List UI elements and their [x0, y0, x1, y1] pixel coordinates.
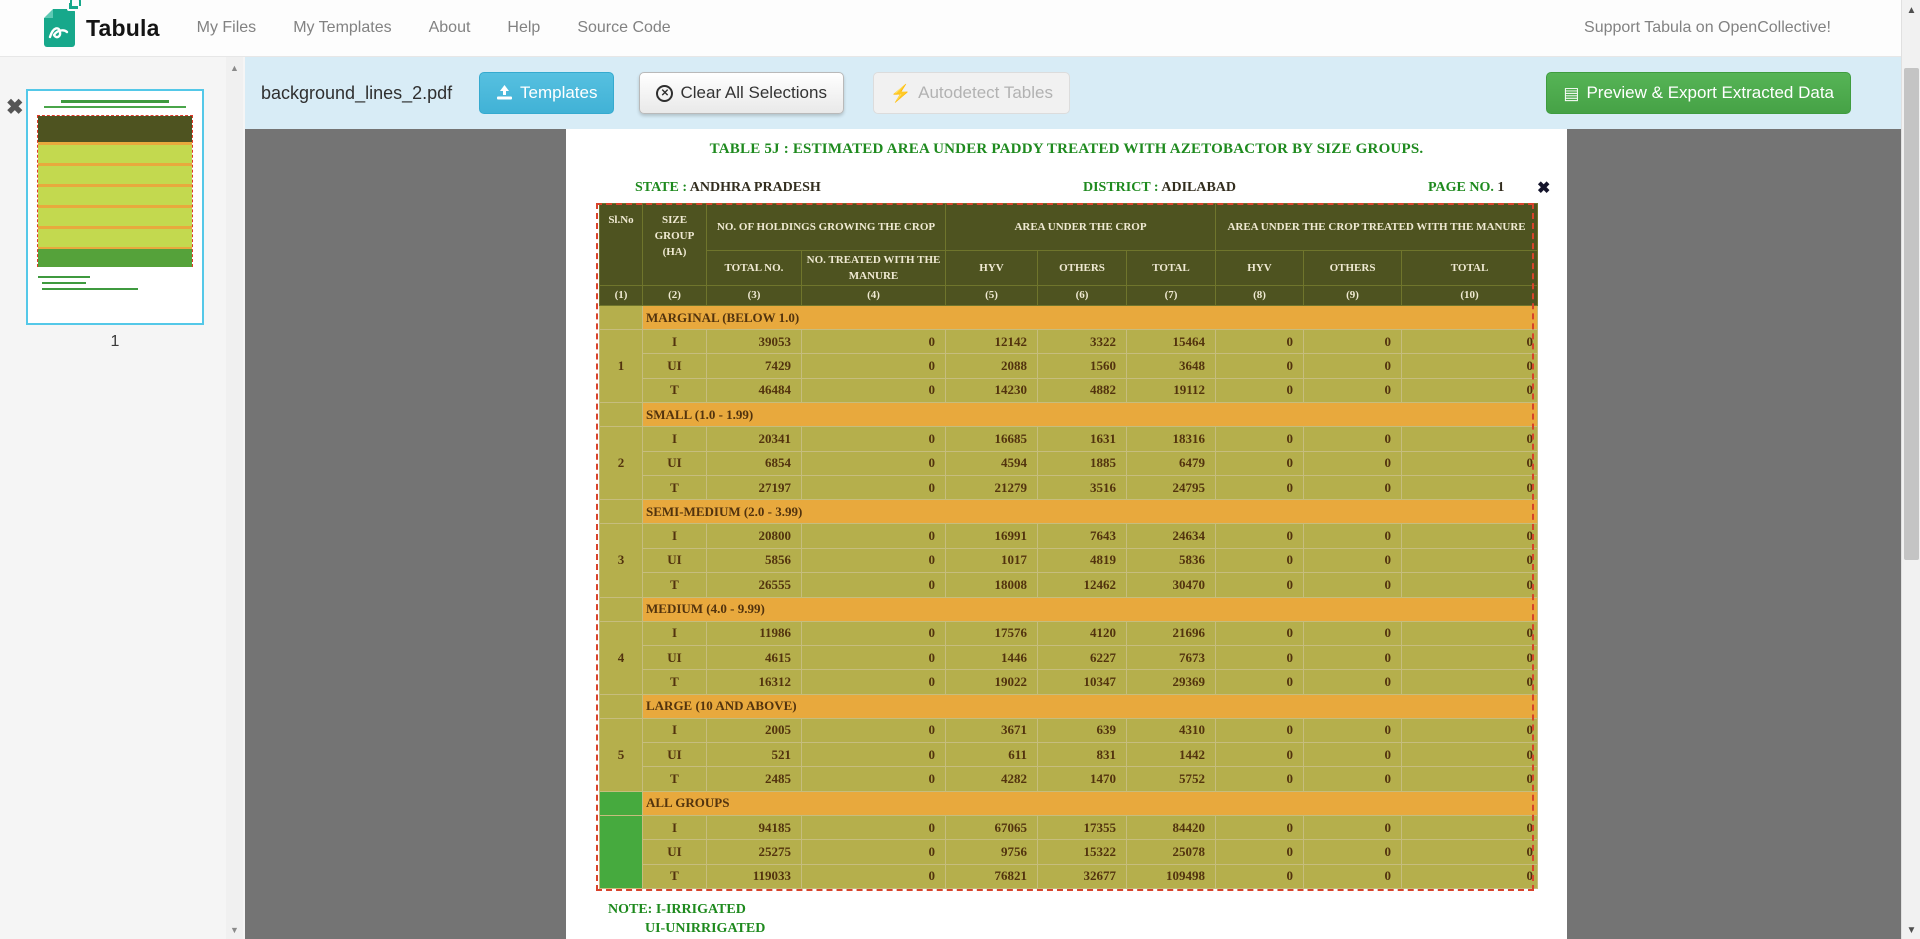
doc-state: STATE : ANDHRA PRADESH — [635, 180, 821, 196]
navbar: Tabula My Files My Templates About Help Sour… — [0, 0, 1901, 57]
sidebar: ✖ 1 ▲ ▼ — [0, 57, 245, 939]
page-thumbnail[interactable] — [26, 89, 204, 325]
brand[interactable]: Tabula — [44, 9, 160, 47]
support-link[interactable]: Support Tabula on OpenCollective! — [1584, 19, 1831, 37]
page-fold-decoration — [44, 9, 53, 18]
clear-all-selections-button[interactable]: ✕ Clear All Selections — [639, 72, 843, 114]
nav-link-about[interactable]: About — [429, 19, 471, 37]
preview-export-button[interactable]: ▤ Preview & Export Extracted Data — [1546, 72, 1851, 114]
remove-file-icon[interactable]: ✖ — [6, 95, 24, 120]
remove-circle-icon: ✕ — [656, 85, 673, 102]
scroll-down-icon[interactable]: ▼ — [226, 925, 243, 935]
pdf-canvas[interactable]: TABLE 5J : ESTIMATED AREA UNDER PADDY TR… — [245, 129, 1901, 939]
selection-close-icon[interactable]: ✖ — [1537, 178, 1550, 198]
filename-label: background_lines_2.pdf — [261, 83, 479, 104]
brand-name: Tabula — [86, 15, 160, 42]
templates-button-label: Templates — [520, 83, 597, 103]
templates-button[interactable]: Templates — [479, 72, 614, 114]
pdf-swirl-icon — [48, 21, 70, 43]
doc-page-no: PAGE NO. 1 — [1428, 180, 1504, 196]
nav-link-my-files[interactable]: My Files — [197, 19, 257, 37]
thumbnail-page-number: 1 — [26, 333, 204, 351]
lightning-icon: ⚡ — [890, 85, 911, 102]
sidebar-scrollbar[interactable]: ▲ ▼ — [226, 57, 243, 939]
nav-links: My Files My Templates About Help Source Code — [197, 19, 671, 37]
lock-icon — [67, 1, 80, 11]
table-list-icon: ▤ — [1563, 85, 1579, 102]
scroll-down-icon[interactable]: ▼ — [1902, 925, 1920, 936]
doc-title: TABLE 5J : ESTIMATED AREA UNDER PADDY TR… — [566, 141, 1567, 158]
toolbar: background_lines_2.pdf Templates ✕ Clear… — [245, 57, 1901, 129]
nav-link-source-code[interactable]: Source Code — [577, 19, 670, 37]
scroll-up-icon[interactable]: ▲ — [1902, 5, 1920, 16]
nav-link-my-templates[interactable]: My Templates — [293, 19, 391, 37]
nav-link-help[interactable]: Help — [507, 19, 540, 37]
scroll-up-icon[interactable]: ▲ — [226, 63, 243, 73]
thumb-subtitle-line — [44, 106, 187, 108]
main-scrollbar[interactable]: ▲ ▼ — [1901, 0, 1920, 939]
autodetect-button-label: Autodetect Tables — [918, 83, 1053, 103]
selection-box[interactable] — [596, 203, 1534, 891]
doc-district: DISTRICT : ADILABAD — [1083, 180, 1236, 196]
scrollbar-thumb[interactable] — [1904, 68, 1919, 560]
page-thumbnail-preview — [37, 115, 193, 267]
pdf-page[interactable]: TABLE 5J : ESTIMATED AREA UNDER PADDY TR… — [566, 129, 1567, 939]
thumb-title-line — [61, 100, 169, 103]
templates-icon — [496, 85, 513, 101]
autodetect-tables-button[interactable]: ⚡ Autodetect Tables — [873, 72, 1070, 114]
tabula-logo-icon — [44, 9, 75, 47]
clear-button-label: Clear All Selections — [680, 83, 826, 103]
doc-note-1: NOTE: I-IRRIGATED — [608, 902, 746, 918]
doc-note-2: UI-UNIRRIGATED — [645, 921, 765, 937]
export-button-label: Preview & Export Extracted Data — [1586, 83, 1834, 103]
